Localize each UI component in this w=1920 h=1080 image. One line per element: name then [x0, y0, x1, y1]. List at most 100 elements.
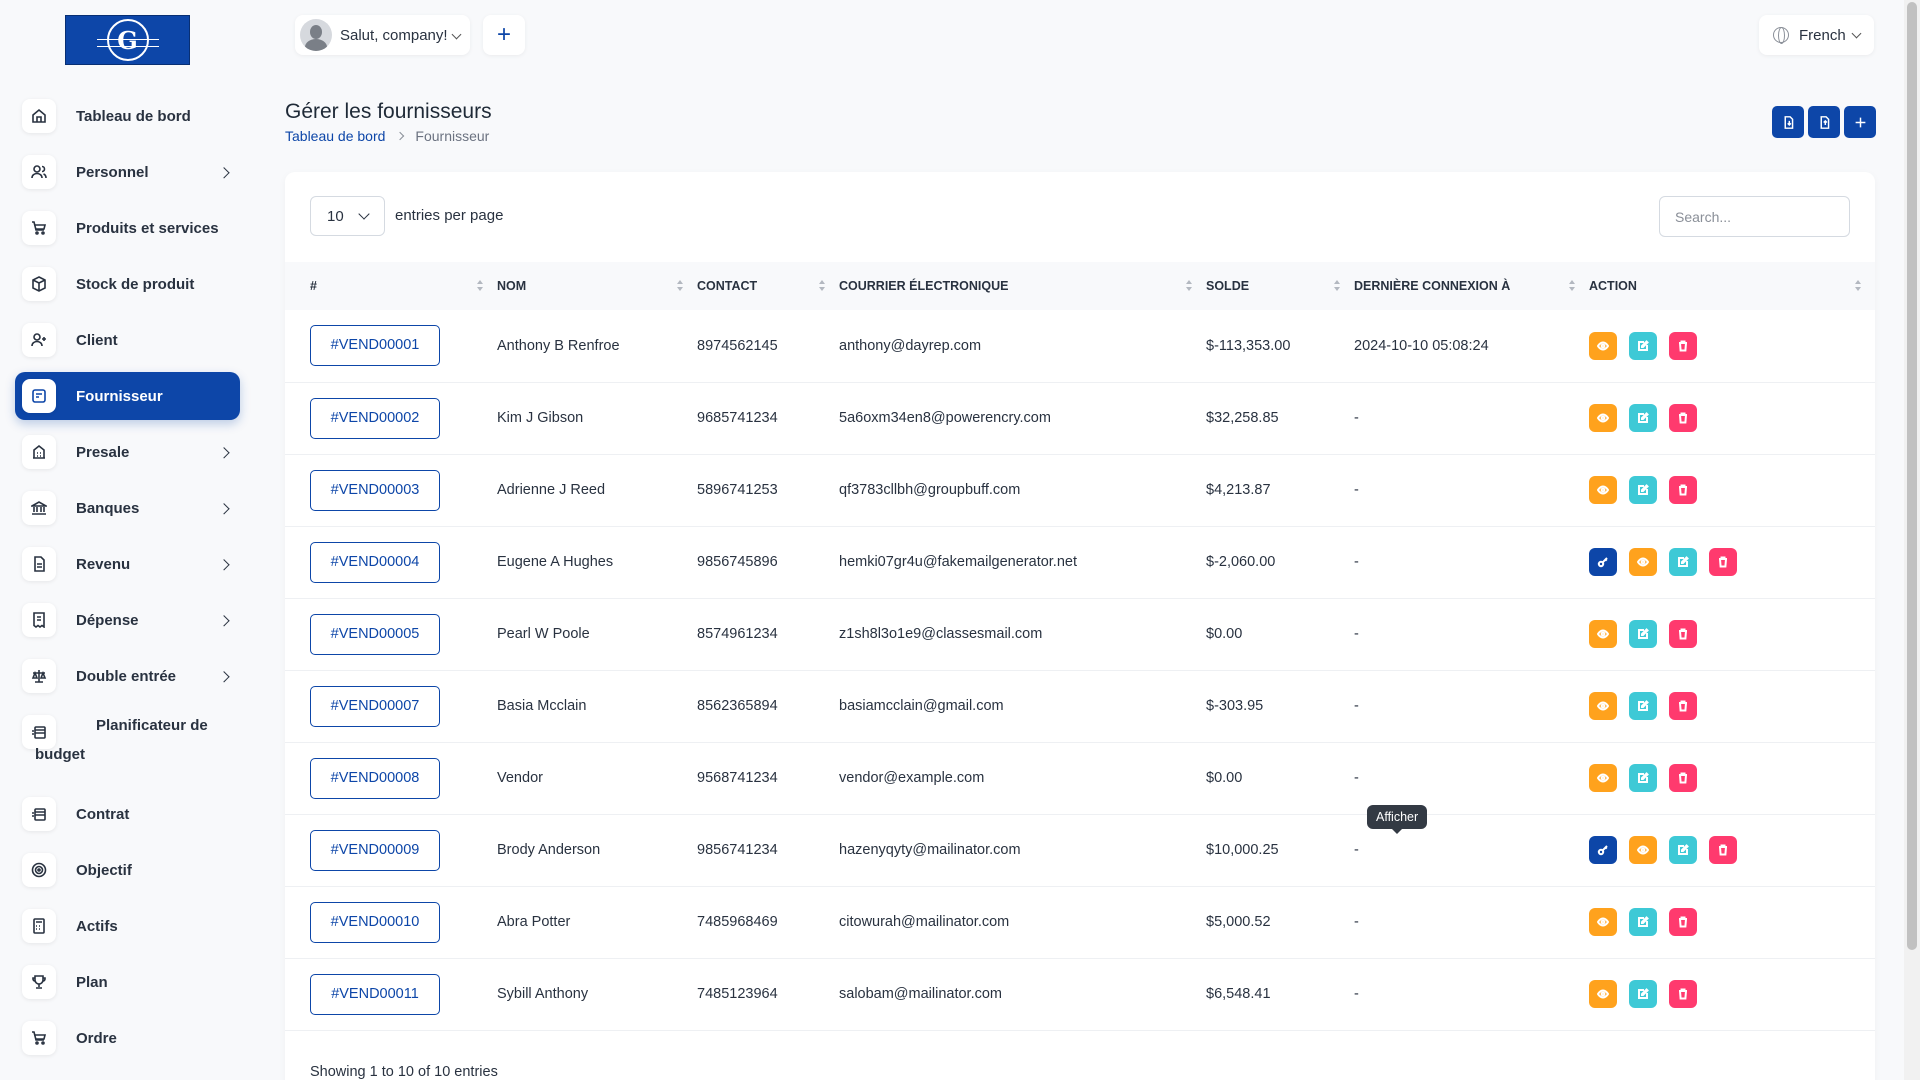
search-input[interactable] — [1659, 196, 1850, 237]
cart-icon — [22, 211, 56, 245]
key-icon[interactable] — [1589, 548, 1617, 576]
eye-icon[interactable] — [1589, 404, 1617, 432]
vendor-id-button[interactable]: #VEND00005 — [310, 613, 440, 655]
edit-icon[interactable] — [1629, 692, 1657, 720]
table-row: #VEND00002 Kim J Gibson 9685741234 5a6oxm34… — [285, 382, 1875, 454]
edit-icon[interactable] — [1629, 908, 1657, 936]
sidebar-item-objectif[interactable]: Objectif — [15, 846, 240, 894]
trash-icon[interactable] — [1709, 548, 1737, 576]
vendor-id-button[interactable]: #VEND00011 — [310, 973, 440, 1015]
user-menu[interactable]: Salut, company! — [295, 15, 470, 55]
export-button[interactable] — [1808, 106, 1840, 138]
cell-email: hazenyqyty@mailinator.com — [839, 842, 1021, 858]
page-title: Gérer les fournisseurs — [285, 100, 492, 123]
sidebar-item-revenu[interactable]: Revenu — [15, 540, 240, 588]
quick-add-button[interactable]: + — [483, 15, 525, 55]
page-scrollbar[interactable] — [1904, 0, 1920, 1080]
edit-icon[interactable] — [1629, 404, 1657, 432]
edit-icon[interactable] — [1629, 331, 1657, 360]
cell-id: #VEND00010 — [285, 886, 497, 958]
company-logo[interactable]: G — [65, 15, 190, 65]
trash-icon[interactable] — [1669, 980, 1697, 1008]
eye-icon[interactable] — [1589, 692, 1617, 720]
cell-name: Vendor — [497, 770, 543, 786]
sidebar-item-produits-et-services[interactable]: Produits et services — [15, 204, 240, 252]
trash-icon[interactable] — [1669, 476, 1697, 504]
eye-icon[interactable] — [1629, 836, 1657, 864]
cell-email: citowurah@mailinator.com — [839, 914, 1010, 930]
sidebar-item-plan[interactable]: Plan — [15, 958, 240, 1006]
vendor-id-button[interactable]: #VEND00009 — [310, 829, 440, 871]
trash-icon[interactable] — [1669, 692, 1697, 720]
file-export-icon — [1820, 115, 1829, 129]
vendor-id-button[interactable]: #VEND00002 — [310, 397, 440, 439]
key-icon[interactable] — [1589, 836, 1617, 864]
language-selector[interactable]: French — [1759, 15, 1874, 55]
cart-order-icon — [22, 1021, 56, 1055]
eye-icon[interactable] — [1629, 548, 1657, 576]
edit-icon[interactable] — [1629, 764, 1657, 792]
edit-icon[interactable] — [1629, 476, 1657, 504]
sidebar-item-actifs[interactable]: Actifs — [15, 902, 240, 950]
sidebar-item-client[interactable]: Client — [15, 316, 240, 364]
eye-icon[interactable] — [1589, 980, 1617, 1008]
breadcrumb-home-link[interactable]: Tableau de bord — [285, 128, 385, 144]
cell-name: Pearl W Poole — [497, 626, 590, 642]
cell-id: #VEND00009 — [285, 814, 497, 886]
sidebar-item-fournisseur[interactable]: Fournisseur — [15, 372, 240, 420]
cell-id: #VEND00005 — [285, 598, 497, 670]
column-header[interactable]: SOLDE — [1206, 262, 1354, 310]
sidebar-item-stock-de-produit[interactable]: Stock de produit — [15, 260, 240, 308]
trash-icon[interactable] — [1669, 764, 1697, 792]
eye-icon[interactable] — [1589, 476, 1617, 504]
add-vendor-button[interactable] — [1844, 106, 1876, 138]
cell-name: Brody Anderson — [497, 842, 601, 858]
sidebar-item-banques[interactable]: Banques — [15, 484, 240, 532]
sidebar-item-double-entree[interactable]: Double entrée — [15, 652, 240, 700]
eye-icon[interactable] — [1589, 764, 1617, 792]
edit-icon[interactable] — [1669, 836, 1697, 864]
sidebar-item-ordre[interactable]: Ordre — [15, 1014, 240, 1062]
column-header[interactable]: DERNIÈRE CONNEXION À — [1354, 262, 1589, 310]
edit-icon[interactable] — [1629, 980, 1657, 1008]
trash-icon[interactable] — [1709, 836, 1737, 864]
sidebar-item-personnel[interactable]: Personnel — [15, 148, 240, 196]
vendor-id-button[interactable]: #VEND00001 — [310, 325, 440, 367]
sidebar-item-depense[interactable]: Dépense — [15, 596, 240, 644]
vendor-id-button[interactable]: #VEND00008 — [310, 757, 440, 799]
sidebar-item-presale[interactable]: Presale — [15, 428, 240, 476]
sidebar-item-contrat[interactable]: Contrat — [15, 790, 240, 838]
column-header[interactable]: ACTION — [1589, 262, 1875, 310]
trash-icon[interactable] — [1669, 331, 1697, 360]
trash-icon[interactable] — [1669, 404, 1697, 432]
vendor-id-button[interactable]: #VEND00003 — [310, 469, 440, 511]
entries-per-page-select[interactable]: 10 — [310, 196, 385, 236]
chevron-down-icon — [1851, 28, 1862, 39]
eye-icon[interactable] — [1589, 908, 1617, 936]
edit-icon[interactable] — [1669, 548, 1697, 576]
box-icon — [22, 267, 56, 301]
sidebar-item-tableau-de-bord[interactable]: Tableau de bord — [15, 92, 240, 140]
vendor-id-button[interactable]: #VEND00010 — [310, 901, 440, 943]
sidebar-item-label: Produits et services — [76, 219, 219, 237]
sidebar-item-planificateur-de[interactable]: Planificateur de budget — [15, 708, 240, 782]
column-header[interactable]: COURRIER ÉLECTRONIQUE — [839, 262, 1206, 310]
cell-name: Sybill Anthony — [497, 986, 589, 1002]
trash-icon[interactable] — [1669, 908, 1697, 936]
vendor-id-button[interactable]: #VEND00007 — [310, 685, 440, 727]
eye-icon[interactable] — [1589, 620, 1617, 648]
cell-contact: 9856741234 — [697, 842, 778, 858]
entries-per-page-label: entries per page — [395, 207, 504, 224]
globe-icon — [1773, 27, 1789, 44]
sidebar-item-label: Ordre — [76, 1029, 117, 1047]
column-header[interactable]: CONTACT — [697, 262, 839, 310]
column-header[interactable]: NOM — [497, 262, 697, 310]
import-button[interactable] — [1772, 106, 1804, 138]
vendor-id-button[interactable]: #VEND00004 — [310, 541, 440, 583]
edit-icon[interactable] — [1629, 620, 1657, 648]
trash-icon[interactable] — [1669, 620, 1697, 648]
eye-icon[interactable] — [1589, 331, 1617, 360]
scrollbar-thumb[interactable] — [1907, 2, 1917, 950]
sort-icon — [1855, 280, 1861, 292]
column-header[interactable]: # — [285, 262, 497, 310]
